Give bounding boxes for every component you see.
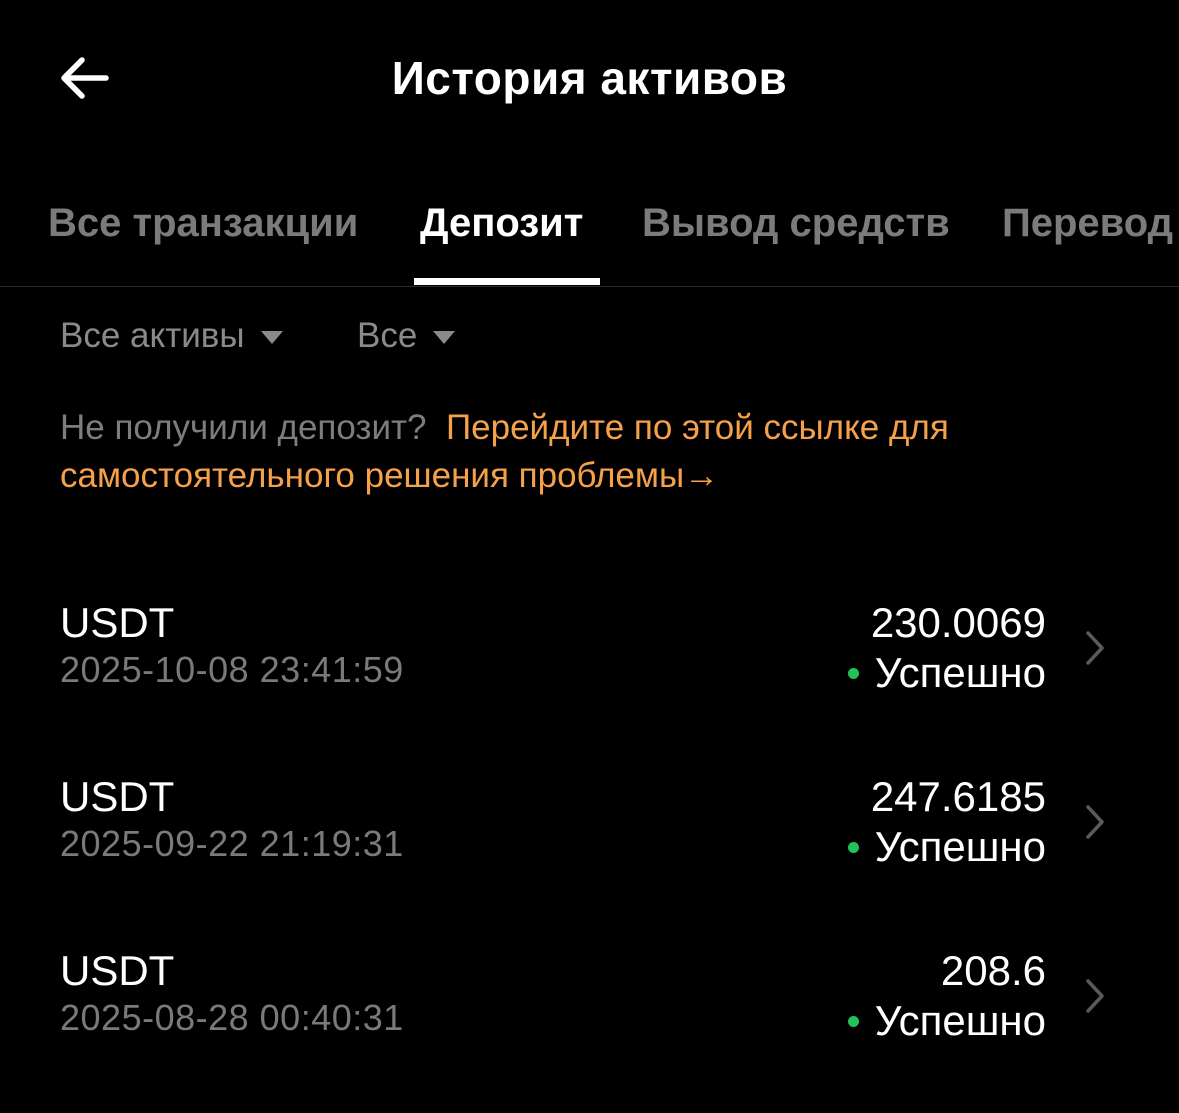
status-dot-icon [847,667,859,679]
tab-bar: Все транзакции Депозит Вывод средств Пер… [0,190,1179,287]
chevron-right-icon [1086,805,1104,839]
tab-deposit[interactable]: Депозит [420,198,583,248]
deposit-help-notice: Не получили депозит? Перейдите по этой с… [60,404,1120,500]
transaction-status: Успешно [847,648,1046,698]
asset-filter-dropdown[interactable]: Все активы [60,312,283,360]
transaction-row[interactable]: USDT 2025-09-22 21:19:31 247.6185 Успешн… [0,772,1179,892]
transaction-status: Успешно [847,996,1046,1046]
arrow-right-icon[interactable]: → [684,456,719,495]
transaction-amount: 247.6185 [870,773,1046,820]
status-filter-dropdown[interactable]: Все [357,312,456,360]
chevron-right-icon [1086,631,1104,665]
transaction-row[interactable]: USDT 2025-10-08 23:41:59 230.0069 Успешн… [0,598,1179,718]
status-filter-label: Все [357,316,418,355]
tab-transfer[interactable]: Перевод [1002,198,1173,248]
transaction-status: Успешно [847,822,1046,872]
top-bar: История активов [0,0,1179,160]
transaction-asset: USDT [60,599,175,646]
transaction-time: 2025-09-22 21:19:31 [60,823,404,864]
notice-text: Не получили депозит? [60,408,427,447]
transaction-asset: USDT [60,947,175,994]
caret-down-icon [260,330,283,344]
caret-down-icon [433,330,456,344]
transaction-time: 2025-10-08 23:41:59 [60,649,404,690]
transaction-amount: 208.6 [940,947,1046,994]
transaction-asset: USDT [60,773,175,820]
status-dot-icon [847,841,859,853]
transaction-time: 2025-08-28 00:40:31 [60,997,404,1038]
transaction-status-label: Успешно [874,823,1046,870]
transaction-amount: 230.0069 [870,599,1046,646]
transaction-status-label: Успешно [874,649,1046,696]
transaction-status-label: Успешно [874,997,1046,1044]
status-dot-icon [847,1015,859,1027]
active-tab-indicator [414,278,600,285]
tab-all-transactions[interactable]: Все транзакции [48,198,358,248]
chevron-right-icon [1086,979,1104,1013]
page-title: История активов [391,52,788,104]
tab-withdrawal[interactable]: Вывод средств [642,198,950,248]
transaction-row[interactable]: USDT 2025-08-28 00:40:31 208.6 Успешно [0,946,1179,1066]
asset-filter-label: Все активы [60,316,245,355]
